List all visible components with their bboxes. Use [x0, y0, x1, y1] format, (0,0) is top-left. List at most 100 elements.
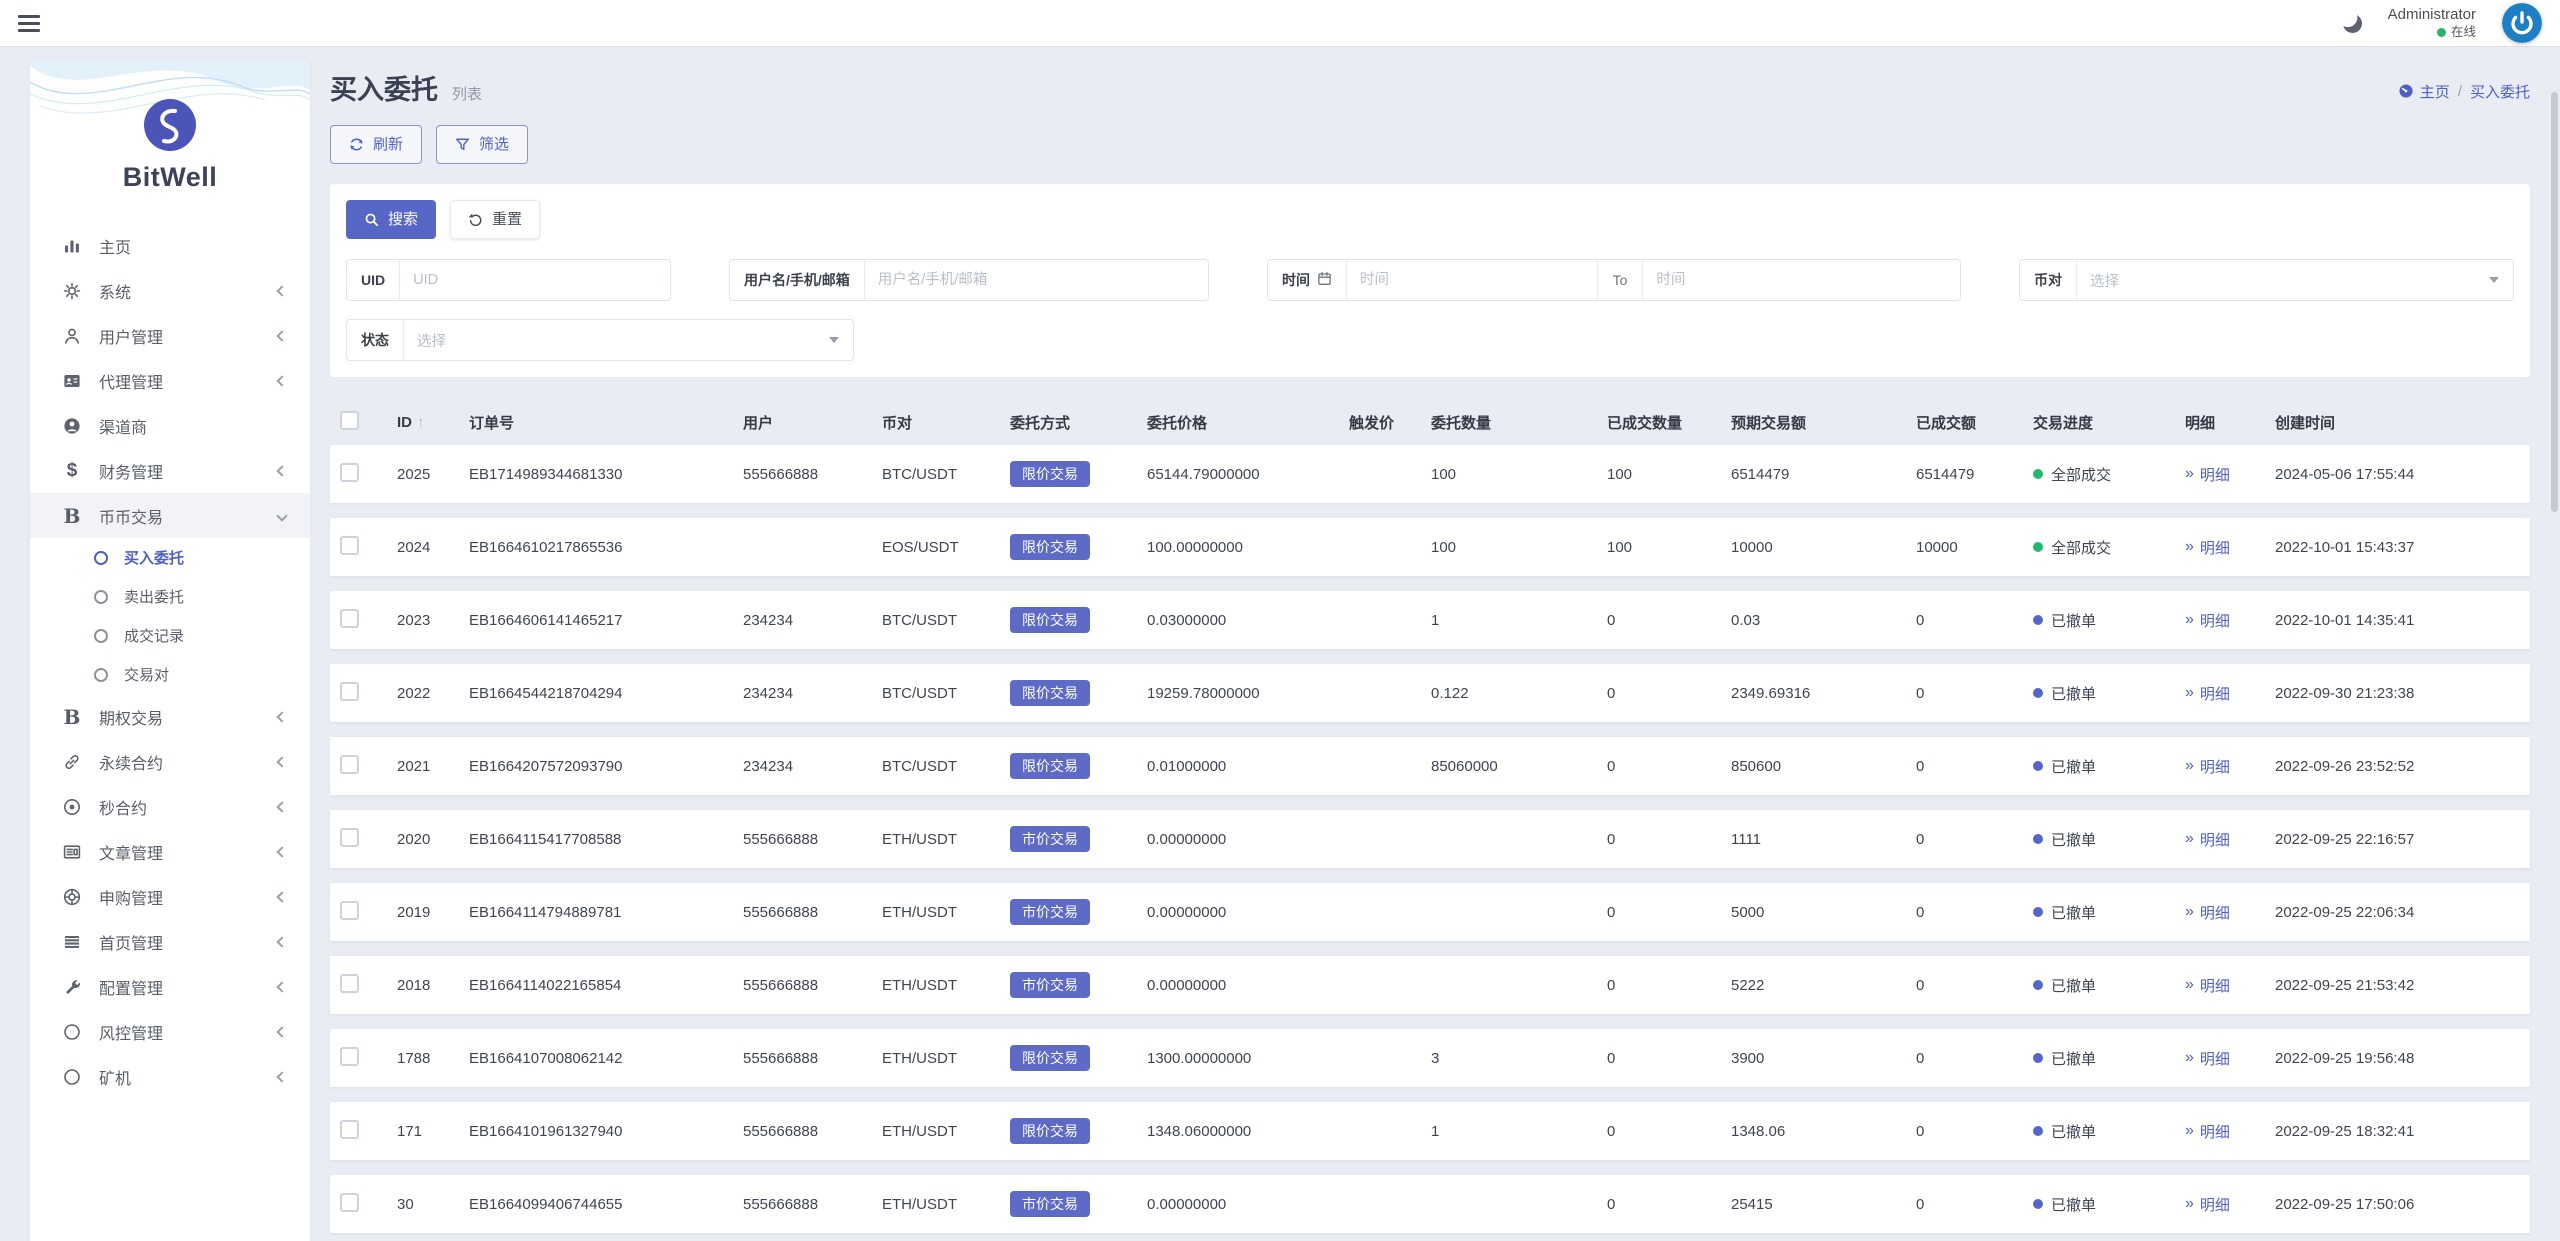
row-checkbox[interactable] — [340, 609, 359, 628]
filter-button[interactable]: 筛选 — [436, 125, 528, 164]
pair-select[interactable]: 选择 — [2077, 260, 2489, 300]
col-header-12: 交易进度 — [2033, 412, 2185, 433]
detail-link[interactable]: »明细 — [2185, 1194, 2230, 1215]
detail-link[interactable]: »明细 — [2185, 464, 2230, 485]
cell-expected-total: 1111 — [1731, 831, 1916, 848]
col-header-2: 订单号 — [469, 412, 743, 433]
row-checkbox[interactable] — [340, 901, 359, 920]
row-checkbox[interactable] — [340, 1120, 359, 1139]
chevron-left-icon — [276, 330, 287, 341]
cell-progress: 全部成交 — [2033, 537, 2185, 558]
row-checkbox[interactable] — [340, 755, 359, 774]
dark-mode-toggle-moon-icon[interactable] — [2341, 11, 2364, 34]
sidebar-subitem-sell-orders[interactable]: 卖出委托 — [30, 577, 310, 616]
circle-dot-icon — [60, 797, 84, 817]
cell-price: 0.01000000 — [1147, 758, 1349, 775]
sidebar-item-label: 风控管理 — [99, 1020, 163, 1044]
cell-order-type: 限价交易 — [1010, 753, 1147, 779]
sidebar-item-subscription-management[interactable]: 申购管理 — [30, 874, 310, 919]
cell-created-time: 2022-09-25 22:16:57 — [2275, 831, 2530, 848]
cell-progress: 已撤单 — [2033, 1121, 2185, 1142]
sidebar-item-mining-machine[interactable]: 矿机 — [30, 1054, 310, 1099]
cell-price: 0.03000000 — [1147, 612, 1349, 629]
reset-icon — [468, 212, 483, 227]
cell-filled-amount: 0 — [1607, 904, 1731, 921]
cell-order-no: EB1664101961327940 — [469, 1123, 743, 1140]
username-input[interactable] — [865, 260, 1208, 300]
status-select[interactable]: 选择 — [404, 320, 829, 360]
order-type-badge: 限价交易 — [1010, 753, 1090, 779]
cell-detail: »明细 — [2185, 902, 2275, 923]
cell-filled-amount: 0 — [1607, 1196, 1731, 1213]
sidebar-item-spot-trading[interactable]: B 币币交易 — [30, 493, 310, 538]
detail-link[interactable]: »明细 — [2185, 975, 2230, 996]
reset-button[interactable]: 重置 — [450, 200, 540, 239]
sidebar-subitem-trade-records[interactable]: 成交记录 — [30, 616, 310, 655]
row-checkbox[interactable] — [340, 828, 359, 847]
cell-filled-total: 0 — [1916, 904, 2033, 921]
cell-price: 19259.78000000 — [1147, 685, 1349, 702]
hamburger-menu-icon[interactable] — [18, 15, 40, 32]
time-range-to-label: To — [1597, 260, 1644, 300]
detail-link[interactable]: »明细 — [2185, 610, 2230, 631]
sidebar-item-second-contract[interactable]: 秒合约 — [30, 784, 310, 829]
select-all-checkbox[interactable] — [340, 411, 359, 430]
time-start-input[interactable] — [1347, 260, 1597, 300]
time-field-label-text: 时间 — [1282, 270, 1310, 290]
breadcrumb-home-link[interactable]: 主页 — [2398, 81, 2450, 102]
cell-select — [330, 974, 397, 997]
detail-link[interactable]: »明细 — [2185, 829, 2230, 850]
sidebar-subitem-buy-orders[interactable]: 买入委托 — [30, 538, 310, 577]
order-type-badge: 限价交易 — [1010, 680, 1090, 706]
sidebar-item-config-management[interactable]: 配置管理 — [30, 964, 310, 1009]
sidebar-item-finance-management[interactable]: $ 财务管理 — [30, 448, 310, 493]
cell-detail: »明细 — [2185, 975, 2275, 996]
window-scrollbar[interactable] — [2551, 92, 2558, 512]
refresh-button[interactable]: 刷新 — [330, 125, 422, 164]
row-checkbox[interactable] — [340, 974, 359, 993]
life-ring-icon — [60, 887, 84, 907]
circle-outline-icon — [94, 629, 108, 643]
col-header-id[interactable]: ID↑ — [397, 414, 469, 431]
user-status-label: 在线 — [2451, 25, 2476, 41]
gear-icon — [60, 281, 84, 301]
detail-link[interactable]: »明细 — [2185, 683, 2230, 704]
uid-input[interactable] — [400, 260, 670, 300]
detail-link[interactable]: »明细 — [2185, 902, 2230, 923]
pair-select-placeholder: 选择 — [2090, 270, 2119, 291]
chevron-left-icon — [276, 711, 287, 722]
sidebar-item-agent-management[interactable]: 代理管理 — [30, 358, 310, 403]
detail-link[interactable]: »明细 — [2185, 1121, 2230, 1142]
sidebar-item-risk-management[interactable]: 风控管理 — [30, 1009, 310, 1054]
sidebar-item-system[interactable]: 系统 — [30, 268, 310, 313]
cell-pair: ETH/USDT — [882, 904, 1010, 921]
row-checkbox[interactable] — [340, 1193, 359, 1212]
order-type-badge: 限价交易 — [1010, 607, 1090, 633]
sidebar-item-article-management[interactable]: 文章管理 — [30, 829, 310, 874]
cell-user: 555666888 — [743, 1050, 882, 1067]
sidebar-item-home[interactable]: 主页 — [30, 223, 310, 268]
sidebar-item-homepage-management[interactable]: 首页管理 — [30, 919, 310, 964]
cell-user: 555666888 — [743, 977, 882, 994]
user-avatar-power-icon[interactable] — [2502, 3, 2542, 43]
row-checkbox[interactable] — [340, 1047, 359, 1066]
sidebar-subitem-label: 交易对 — [124, 664, 169, 685]
cell-filled-amount: 100 — [1607, 539, 1731, 556]
sidebar-item-perpetual-contract[interactable]: 永续合约 — [30, 739, 310, 784]
search-button[interactable]: 搜索 — [346, 200, 436, 239]
row-checkbox[interactable] — [340, 463, 359, 482]
time-end-input[interactable] — [1643, 260, 1960, 300]
detail-link[interactable]: »明细 — [2185, 756, 2230, 777]
sidebar-item-user-management[interactable]: 用户管理 — [30, 313, 310, 358]
username-field: 用户名/手机/邮箱 — [729, 259, 1209, 301]
row-checkbox[interactable] — [340, 536, 359, 555]
detail-link[interactable]: »明细 — [2185, 1048, 2230, 1069]
cell-select — [330, 536, 397, 559]
sidebar-item-options-trading[interactable]: B 期权交易 — [30, 694, 310, 739]
cell-filled-amount: 100 — [1607, 466, 1731, 483]
sidebar-item-channel-provider[interactable]: 渠道商 — [30, 403, 310, 448]
row-checkbox[interactable] — [340, 682, 359, 701]
sidebar-subitem-trading-pairs[interactable]: 交易对 — [30, 655, 310, 694]
cell-order-no: EB1664115417708588 — [469, 831, 743, 848]
detail-link[interactable]: »明细 — [2185, 537, 2230, 558]
